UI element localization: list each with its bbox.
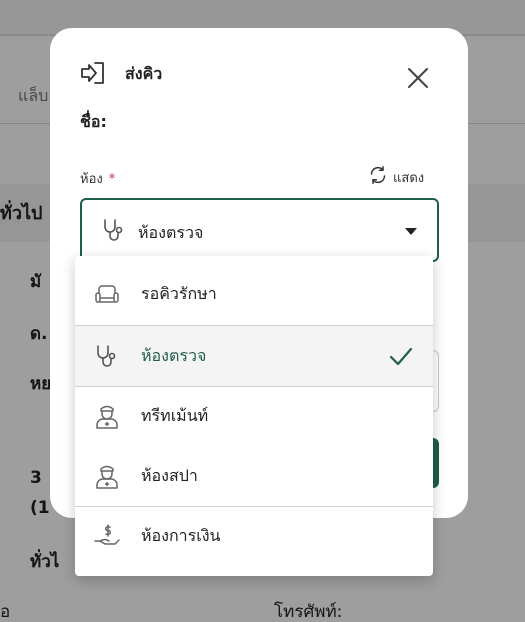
dropdown-option-exam-room[interactable]: ห้องตรวจ <box>75 326 433 386</box>
selected-room-value: ห้องตรวจ <box>138 223 204 242</box>
dropdown-option-label: ห้องตรวจ <box>141 346 207 365</box>
dropdown-option-waiting[interactable]: รอคิวรักษา <box>75 264 433 324</box>
nurse-icon <box>93 402 121 430</box>
stethoscope-icon <box>102 218 126 244</box>
armchair-icon <box>93 280 121 308</box>
name-label: ชื่อ: <box>80 112 107 131</box>
room-select[interactable]: ห้องตรวจ <box>80 198 439 262</box>
dropdown-option-label: ห้องการเงิน <box>141 526 221 545</box>
nurse-icon <box>93 462 121 490</box>
dropdown-option-label: ห้องสปา <box>141 466 198 485</box>
dropdown-option-label: รอคิวรักษา <box>141 284 217 303</box>
dropdown-option-finance-room[interactable]: ห้องการเงิน <box>75 506 433 566</box>
stethoscope-icon <box>93 342 121 370</box>
refresh-icon <box>368 165 388 189</box>
dropdown-option-spa-room[interactable]: ห้องสปา <box>75 446 433 506</box>
room-label-text: ห้อง <box>80 172 103 187</box>
money-hand-icon <box>93 522 121 550</box>
send-queue-icon <box>80 60 106 86</box>
dialog-title: ส่งคิว <box>125 64 163 83</box>
dropdown-option-label: ทรีทเม้นท์ <box>141 406 209 425</box>
hidden-field-edge <box>432 350 439 412</box>
show-button-label: แสดง <box>393 170 425 186</box>
dropdown-option-treatment[interactable]: ทรีทเม้นท์ <box>75 386 433 446</box>
chevron-down-icon <box>405 228 417 235</box>
room-dropdown-menu: รอคิวรักษา ห้องตรวจ ทรีทเม้นท์ ห้องสปา ห… <box>75 256 433 576</box>
required-asterisk: * <box>108 172 116 187</box>
show-button[interactable]: แสดง <box>368 165 424 189</box>
hidden-submit-button-edge <box>432 438 439 488</box>
close-icon[interactable] <box>404 64 432 92</box>
room-field-label: ห้อง * <box>80 168 115 189</box>
check-icon <box>389 344 413 368</box>
